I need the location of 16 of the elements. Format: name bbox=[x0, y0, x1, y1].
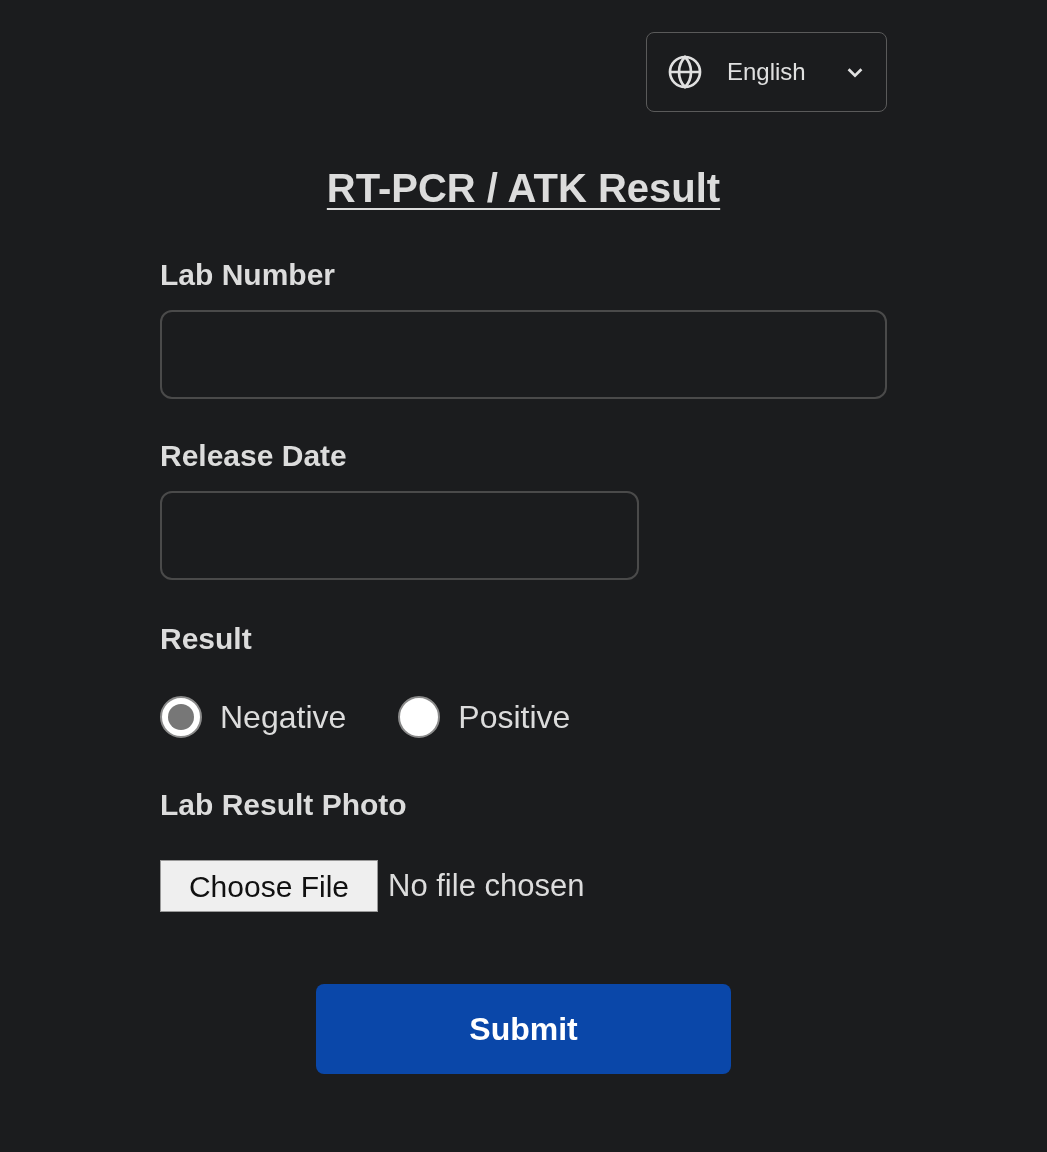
field-label: Result bbox=[160, 624, 253, 654]
language-selector[interactable]: English bbox=[646, 32, 887, 112]
radio-button[interactable] bbox=[398, 696, 441, 738]
radio-label[interactable]: Negative bbox=[220, 701, 347, 733]
input-field[interactable] bbox=[160, 491, 639, 580]
radio-button[interactable] bbox=[160, 696, 202, 738]
radio-label[interactable]: Positive bbox=[458, 701, 571, 733]
submit-button[interactable]: Submit bbox=[316, 984, 731, 1074]
field-label: Release Date bbox=[160, 441, 348, 471]
field-label: Lab Number bbox=[160, 260, 337, 290]
input-field[interactable] bbox=[160, 310, 887, 399]
page-title: RT-PCR / ATK Result bbox=[326, 168, 721, 208]
file-status: No file chosen bbox=[388, 866, 585, 905]
field-label: Lab Result Photo bbox=[160, 790, 408, 820]
globe-icon bbox=[667, 54, 703, 90]
choose-file-button[interactable]: Choose File bbox=[160, 860, 378, 912]
